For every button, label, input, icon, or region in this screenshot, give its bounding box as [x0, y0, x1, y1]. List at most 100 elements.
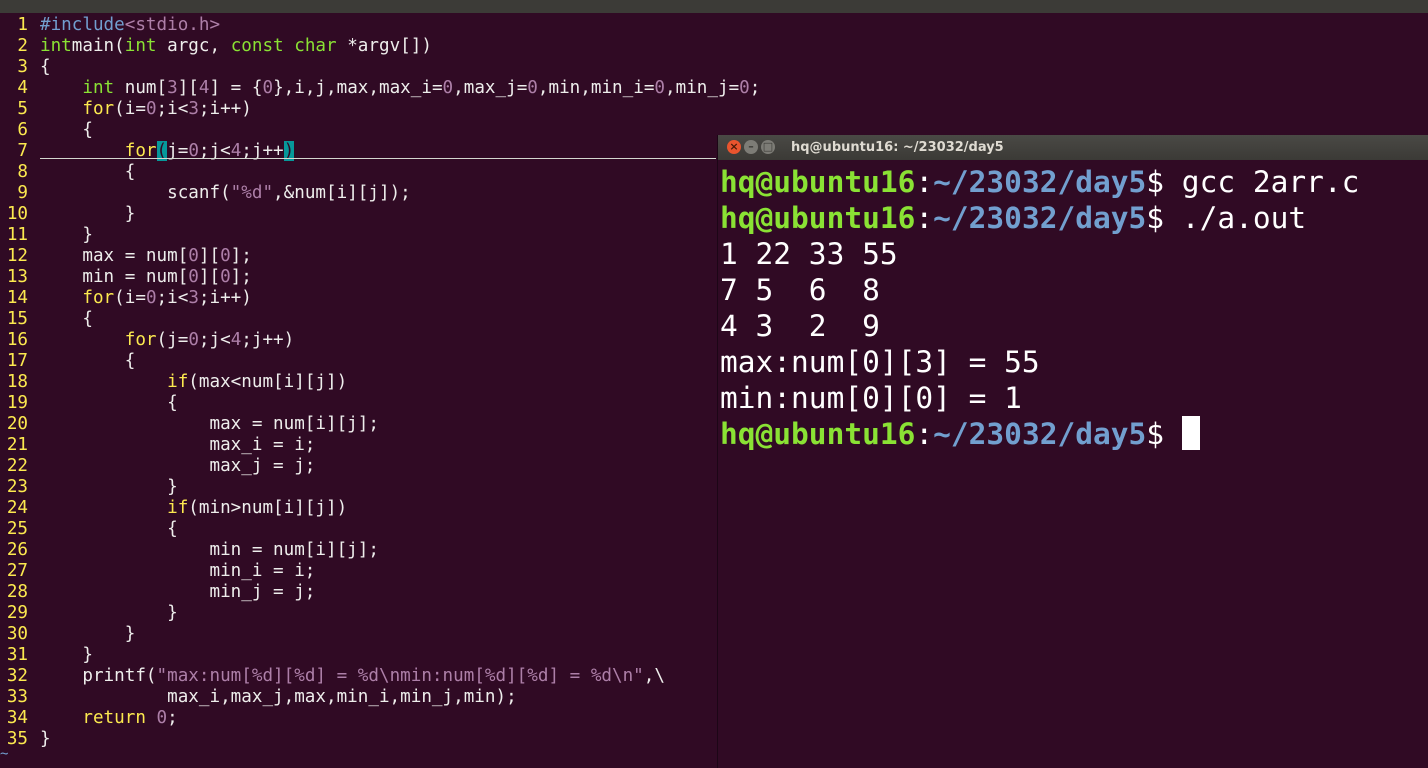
- code-token: {: [40, 519, 178, 539]
- code-text: min_i = i;: [40, 561, 315, 582]
- code-line[interactable]: 6 {: [0, 120, 93, 141]
- line-number: 13: [6, 267, 28, 287]
- prompt-directory: ~/23032/day5: [933, 165, 1147, 199]
- code-text: {: [40, 57, 51, 78]
- code-text: }: [40, 225, 93, 246]
- minimize-icon[interactable]: –: [744, 140, 758, 154]
- code-line[interactable]: 24 if(min>num[i][j]): [0, 498, 347, 519]
- maximize-icon[interactable]: □: [761, 140, 775, 154]
- line-number: 2: [17, 36, 28, 56]
- code-text: max_j = j;: [40, 456, 315, 477]
- code-token: 0: [145, 99, 157, 119]
- code-line[interactable]: 16 for(j=0;j<4;j++): [0, 330, 294, 351]
- code-line[interactable]: 5 for(i=0;i<3;i++): [0, 99, 252, 120]
- code-token: {: [40, 309, 93, 329]
- prompt-user: hq@ubuntu16: [720, 417, 916, 451]
- code-token: ,min_j=: [665, 78, 740, 98]
- code-line[interactable]: 26 min = num[i][j];: [0, 540, 379, 561]
- code-token: ];: [230, 246, 252, 266]
- code-line[interactable]: 13 min = num[0][0];: [0, 267, 252, 288]
- terminal-output-line: 7 5 6 8: [720, 272, 880, 308]
- code-line[interactable]: 23 }: [0, 477, 178, 498]
- code-line[interactable]: 27 min_i = i;: [0, 561, 316, 582]
- prompt-separator: :: [915, 201, 934, 235]
- code-text: {: [40, 393, 178, 414]
- line-number: 33: [6, 687, 28, 707]
- desktop-top-bar: [0, 0, 1428, 13]
- code-token: 4: [198, 78, 210, 98]
- code-line[interactable]: 34 return 0;: [0, 708, 178, 729]
- line-number: 30: [6, 624, 28, 644]
- code-text: printf("max:num[%d][%d] = %d\nmin:num[%d…: [40, 666, 665, 687]
- code-line[interactable]: 14 for(i=0;i<3;i++): [0, 288, 252, 309]
- code-token: },i,j,max,max_i=: [273, 78, 443, 98]
- terminal-prompt-line: hq@ubuntu16:~/23032/day5$: [720, 416, 1201, 452]
- prompt-user: hq@ubuntu16: [720, 165, 916, 199]
- code-text: min = num[0][0];: [40, 267, 252, 288]
- terminal-window[interactable]: × – □ hq@ubuntu16: ~/23032/day5 hq@ubunt…: [717, 135, 1428, 768]
- line-number: 22: [6, 456, 28, 476]
- code-token: {: [40, 57, 51, 77]
- code-text: int num[3][4] = {0},i,j,max,max_i=0,max_…: [40, 78, 760, 99]
- code-token: {: [40, 393, 178, 413]
- command-text: $ gcc 2arr.c: [1146, 165, 1360, 199]
- code-token: ;i<: [156, 99, 189, 119]
- terminal-titlebar[interactable]: × – □ hq@ubuntu16: ~/23032/day5: [718, 135, 1428, 160]
- code-line[interactable]: 12 max = num[0][0];: [0, 246, 252, 267]
- code-line[interactable]: 10 }: [0, 204, 136, 225]
- prompt-separator: :: [915, 417, 934, 451]
- line-number: 20: [6, 414, 28, 434]
- code-line[interactable]: 17 {: [0, 351, 136, 372]
- code-token: max_j = j;: [40, 456, 316, 476]
- terminal-prompt-line: hq@ubuntu16:~/23032/day5$ ./a.out: [720, 200, 1306, 236]
- code-line[interactable]: 2 intmain(int argc, const char *argv[]): [0, 36, 432, 57]
- code-line[interactable]: 11 }: [0, 225, 93, 246]
- line-number: 24: [6, 498, 28, 518]
- code-token: max = num[i][j];: [40, 414, 379, 434]
- code-text: }: [40, 645, 93, 666]
- code-line[interactable]: 19 {: [0, 393, 178, 414]
- code-line[interactable]: 4 int num[3][4] = {0},i,j,max,max_i=0,ma…: [0, 78, 760, 99]
- code-text: }: [40, 477, 178, 498]
- code-token: ,max_j=: [453, 78, 528, 98]
- code-text: if(min>num[i][j]): [40, 498, 347, 519]
- code-line[interactable]: 8 {: [0, 162, 135, 183]
- code-token: 3: [188, 99, 199, 119]
- code-line[interactable]: 33 max_i,max_j,max,min_i,min_j,min);: [0, 687, 517, 708]
- terminal-output-line: 4 3 2 9: [720, 308, 880, 344]
- code-text: {: [40, 309, 93, 330]
- code-text: for(i=0;i<3;i++): [40, 99, 252, 120]
- line-number: 29: [6, 603, 28, 623]
- close-icon[interactable]: ×: [727, 140, 741, 154]
- code-line[interactable]: 9 scanf("%d",&num[i][j]);: [0, 183, 410, 204]
- code-line[interactable]: 1 #include<stdio.h>: [0, 15, 220, 36]
- code-token: }: [40, 603, 178, 623]
- code-token: if: [167, 498, 189, 518]
- code-line[interactable]: 30 }: [0, 624, 136, 645]
- code-token: 0: [188, 267, 199, 287]
- code-line[interactable]: 18 if(max<num[i][j]): [0, 372, 347, 393]
- line-number: 12: [6, 246, 28, 266]
- code-token: "max:num[%d][%d] = %d\nmin:num[%d][%d] =…: [156, 666, 644, 686]
- code-line[interactable]: 3{: [0, 57, 51, 78]
- line-number: 28: [6, 582, 28, 602]
- code-line[interactable]: 21 max_i = i;: [0, 435, 316, 456]
- code-line[interactable]: 15 {: [0, 309, 93, 330]
- code-line[interactable]: 22 max_j = j;: [0, 456, 316, 477]
- code-token: ;i<: [156, 288, 189, 308]
- code-line[interactable]: 28 min_j = j;: [0, 582, 316, 603]
- code-text: {: [40, 162, 136, 183]
- code-token: "%d": [230, 183, 274, 203]
- code-line[interactable]: 25 {: [0, 519, 178, 540]
- code-line[interactable]: 29 }: [0, 603, 178, 624]
- code-line[interactable]: 31 }: [0, 645, 93, 666]
- code-line[interactable]: 32 printf("max:num[%d][%d] = %d\nmin:num…: [0, 666, 665, 687]
- code-line[interactable]: 20 max = num[i][j];: [0, 414, 379, 435]
- line-number: 15: [6, 309, 28, 329]
- code-text: max_i,max_j,max,min_i,min_j,min);: [40, 687, 517, 708]
- code-token: min = num[i][j];: [40, 540, 379, 560]
- vim-editor[interactable]: 1 #include<stdio.h> 2 intmain(int argc, con…: [0, 15, 761, 768]
